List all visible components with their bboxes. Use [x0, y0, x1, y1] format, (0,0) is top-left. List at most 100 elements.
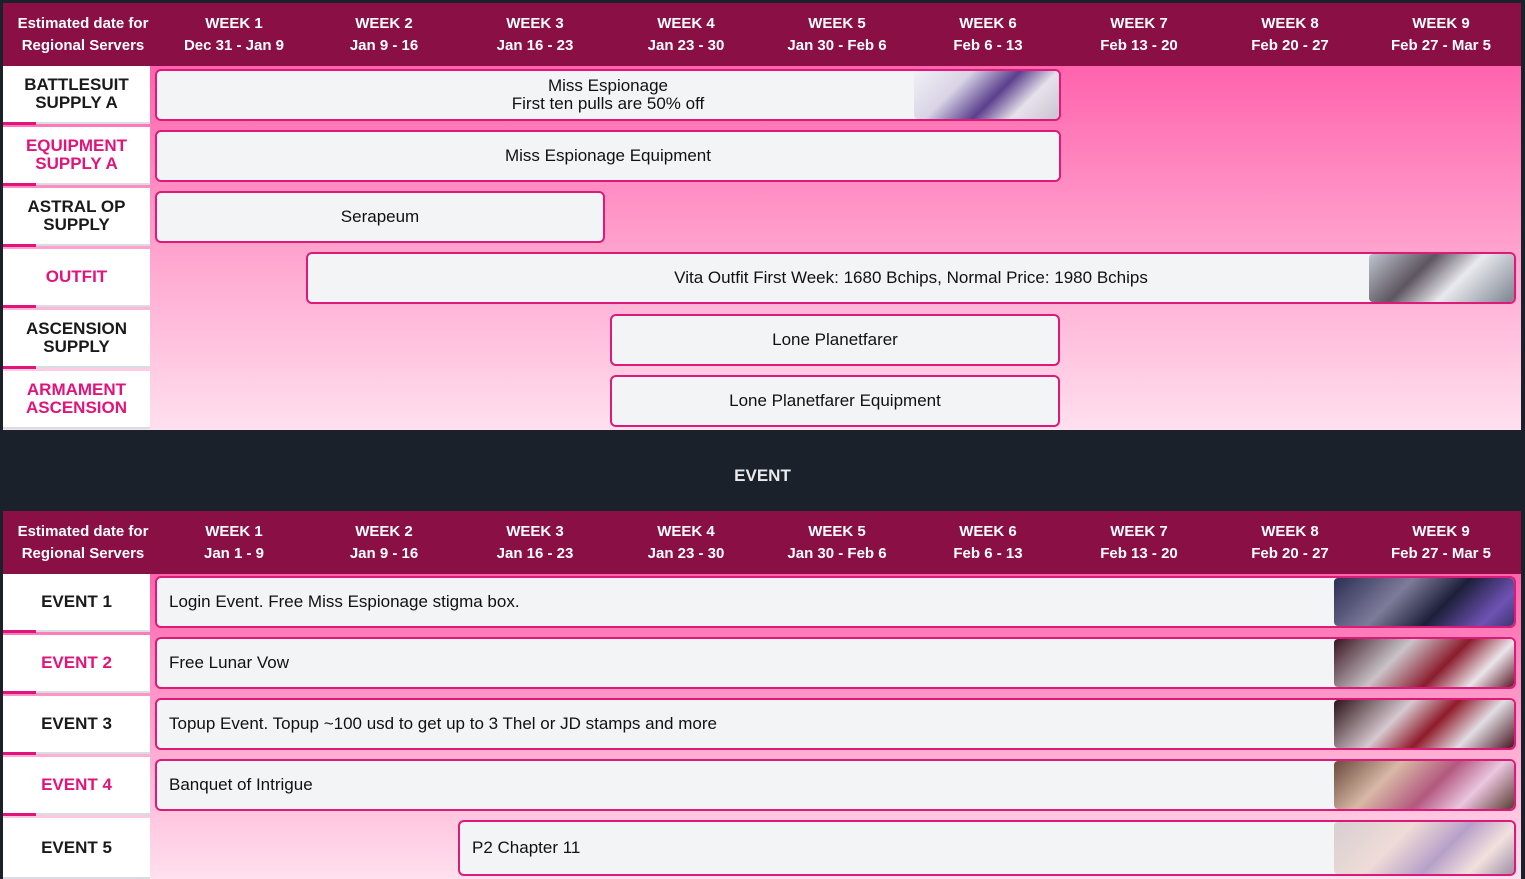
week-label: WEEK 7: [1110, 14, 1168, 32]
bar-lone-planetfarer-equipment[interactable]: Lone Planetfarer Equipment: [610, 375, 1060, 427]
week-label: WEEK 3: [506, 522, 564, 540]
header-week-7: WEEK 7 Feb 13 - 20: [1064, 3, 1214, 66]
event-thumbnail: [1334, 700, 1514, 748]
header-week-8: WEEK 8 Feb 20 - 27: [1215, 511, 1365, 574]
header-region-line1: Estimated date for: [17, 14, 149, 32]
bar-text: Miss Espionage Equipment: [504, 146, 711, 165]
week-dates: Jan 23 - 30: [647, 544, 725, 562]
bar-text: Vita Outfit First Week: 1680 Bchips, Nor…: [674, 268, 1148, 287]
row-label-line: EVENT 3: [41, 714, 112, 733]
row-label-outfit: OUTFIT: [3, 249, 150, 308]
week-dates: Feb 27 - Mar 5: [1390, 36, 1492, 54]
supply-rows: BATTLESUIT SUPPLY A Miss Espionage First t…: [3, 66, 1521, 430]
week-dates: Feb 6 - 13: [953, 544, 1023, 562]
row-accent-mark: [3, 183, 36, 186]
row-label-astral-op-supply: ASTRAL OP SUPPLY: [3, 188, 150, 247]
header-region-line2: Regional Servers: [21, 544, 145, 562]
header-week-9: WEEK 9 Feb 27 - Mar 5: [1366, 3, 1516, 66]
row-label-equipment-supply: EQUIPMENT SUPPLY A: [3, 127, 150, 186]
row-label-line: EVENT 2: [41, 653, 112, 672]
row-label-line: SUPPLY: [43, 215, 110, 234]
week-dates: Dec 31 - Jan 9: [183, 36, 285, 54]
bar-miss-espionage-equipment[interactable]: Miss Espionage Equipment: [155, 130, 1061, 182]
event-thumbnail: [1334, 822, 1514, 874]
header-week-5: WEEK 5 Jan 30 - Feb 6: [762, 511, 912, 574]
week-label: WEEK 3: [506, 14, 564, 32]
week-label: WEEK 7: [1110, 522, 1168, 540]
header-week-6: WEEK 6 Feb 6 - 13: [913, 3, 1063, 66]
week-dates: Feb 27 - Mar 5: [1390, 544, 1492, 562]
bar-topup-event[interactable]: Topup Event. Topup ~100 usd to get up to…: [155, 698, 1516, 750]
row-label-line: ASCENSION: [25, 398, 128, 417]
event-header-row: Estimated date for Regional Servers WEEK…: [3, 511, 1521, 574]
event-section-title: EVENT: [734, 466, 791, 485]
row-label-line: EVENT 5: [41, 837, 112, 857]
header-week-3: WEEK 3 Jan 16 - 23: [460, 3, 610, 66]
week-label: WEEK 4: [657, 522, 715, 540]
week-label: WEEK 8: [1261, 14, 1319, 32]
event-thumbnail: [1334, 761, 1514, 809]
row-label-line: OUTFIT: [45, 267, 108, 286]
bar-text: Free Lunar Vow: [169, 653, 290, 672]
row-label-line: EQUIPMENT: [25, 136, 128, 155]
week-label: WEEK 9: [1412, 522, 1470, 540]
week-label: WEEK 5: [808, 522, 866, 540]
row-label-line: SUPPLY A: [35, 154, 118, 173]
bar-text: Banquet of Intrigue: [169, 775, 313, 794]
header-region-note: Estimated date for Regional Servers: [3, 3, 163, 66]
header-week-1: WEEK 1 Dec 31 - Jan 9: [159, 3, 309, 66]
week-dates: Jan 23 - 30: [647, 36, 725, 54]
row-accent-mark: [3, 630, 36, 633]
event-thumbnail: [1334, 578, 1514, 626]
bar-free-lunar-vow[interactable]: Free Lunar Vow: [155, 637, 1516, 689]
bar-lone-planetfarer[interactable]: Lone Planetfarer: [610, 314, 1060, 366]
row-label-event-3: EVENT 3: [3, 696, 150, 755]
bar-text: Miss Espionage First ten pulls are 50% of…: [512, 77, 704, 113]
bar-text: Serapeum: [340, 207, 420, 226]
week-dates: Jan 9 - 16: [349, 544, 419, 562]
bar-miss-espionage[interactable]: Miss Espionage First ten pulls are 50% of…: [155, 69, 1061, 121]
row-label-event-5: EVENT 5: [3, 818, 150, 879]
header-region-note: Estimated date for Regional Servers: [3, 511, 163, 574]
row-label-event-2: EVENT 2: [3, 635, 150, 694]
row-accent-mark: [3, 691, 36, 694]
row-label-line: SUPPLY A: [35, 93, 118, 112]
header-week-6: WEEK 6 Feb 6 - 13: [913, 511, 1063, 574]
header-week-2: WEEK 2 Jan 9 - 16: [309, 511, 459, 574]
week-dates: Feb 13 - 20: [1100, 544, 1178, 562]
bar-banquet-of-intrigue[interactable]: Banquet of Intrigue: [155, 759, 1516, 811]
bar-text: Topup Event. Topup ~100 usd to get up to…: [169, 714, 717, 733]
header-week-3: WEEK 3 Jan 16 - 23: [460, 511, 610, 574]
row-label-line: ASTRAL OP: [27, 197, 126, 216]
row-label-line: ASCENSION: [25, 319, 128, 338]
bar-vita-outfit[interactable]: Vita Outfit First Week: 1680 Bchips, Nor…: [306, 252, 1516, 304]
header-week-8: WEEK 8 Feb 20 - 27: [1215, 3, 1365, 66]
event-schedule: Estimated date for Regional Servers WEEK…: [3, 511, 1521, 879]
row-accent-mark: [3, 366, 36, 369]
week-label: WEEK 1: [205, 14, 263, 32]
bar-text: Login Event. Free Miss Espionage stigma …: [169, 592, 520, 611]
character-thumbnail: [914, 71, 1059, 119]
event-thumbnail: [1334, 639, 1514, 687]
bar-p2-chapter-11[interactable]: P2 Chapter 11: [458, 820, 1516, 876]
row-accent-mark: [3, 305, 36, 308]
bar-serapeum[interactable]: Serapeum: [155, 191, 605, 243]
row-accent-mark: [3, 813, 36, 816]
row-label-line: ARMAMENT: [26, 380, 127, 399]
week-label: WEEK 9: [1412, 14, 1470, 32]
header-region-line1: Estimated date for: [17, 522, 149, 540]
row-label-line: EVENT 1: [41, 592, 112, 611]
week-label: WEEK 1: [205, 522, 263, 540]
character-thumbnail: [1369, 254, 1514, 302]
week-dates: Jan 1 - 9: [203, 544, 265, 562]
week-dates: Feb 20 - 27: [1251, 544, 1329, 562]
week-label: WEEK 8: [1261, 522, 1319, 540]
row-accent-mark: [3, 244, 36, 247]
header-week-4: WEEK 4 Jan 23 - 30: [611, 511, 761, 574]
bar-text: Lone Planetfarer Equipment: [729, 391, 941, 410]
row-accent-mark: [3, 752, 36, 755]
week-dates: Jan 30 - Feb 6: [787, 544, 887, 562]
bar-login-event[interactable]: Login Event. Free Miss Espionage stigma …: [155, 576, 1516, 628]
row-label-line: BATTLESUIT: [24, 75, 129, 94]
week-label: WEEK 4: [657, 14, 715, 32]
